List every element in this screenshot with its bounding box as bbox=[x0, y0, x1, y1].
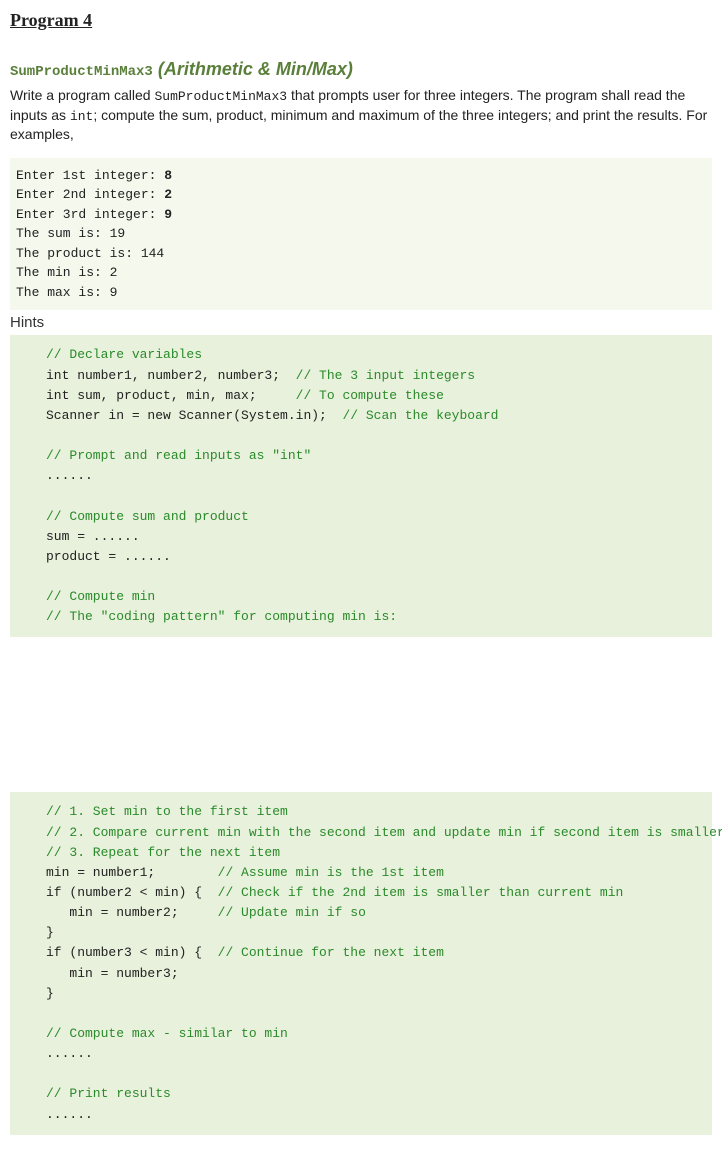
code-line: int sum, product, min, max; bbox=[46, 388, 296, 403]
heading-code: SumProductMinMax3 bbox=[10, 64, 153, 80]
code-comment: // Check if the 2nd item is smaller than… bbox=[218, 885, 624, 900]
code-line: product = ...... bbox=[46, 549, 171, 564]
hints-label: Hints bbox=[10, 314, 712, 331]
code-comment: // Update min if so bbox=[218, 905, 366, 920]
out-line: The max is: 9 bbox=[16, 285, 117, 300]
code-line: sum = ...... bbox=[46, 529, 140, 544]
code-comment: // 2. Compare current min with the secon… bbox=[46, 825, 722, 840]
out-input: 8 bbox=[164, 168, 172, 183]
intro-paragraph: Write a program called SumProductMinMax3… bbox=[10, 86, 712, 144]
intro-text: ; compute the sum, product, minimum and … bbox=[10, 107, 707, 143]
code-comment: // 3. Repeat for the next item bbox=[46, 845, 280, 860]
code-comment: // To compute these bbox=[296, 388, 444, 403]
code-comment: // Prompt and read inputs as "int" bbox=[46, 448, 311, 463]
code-line: } bbox=[46, 925, 54, 940]
section-heading: SumProductMinMax3 (Arithmetic & Min/Max) bbox=[10, 59, 712, 80]
out-input: 9 bbox=[164, 207, 172, 222]
heading-rest: (Arithmetic & Min/Max) bbox=[153, 59, 353, 79]
code-block-1: // Declare variables int number1, number… bbox=[10, 335, 712, 637]
out-input: 2 bbox=[164, 187, 172, 202]
code-comment: // Print results bbox=[46, 1086, 171, 1101]
code-line: min = number2; bbox=[46, 905, 218, 920]
code-line: } bbox=[46, 986, 54, 1001]
out-line: Enter 3rd integer: bbox=[16, 207, 164, 222]
code-comment: // 1. Set min to the first item bbox=[46, 804, 288, 819]
code-comment: // Assume min is the 1st item bbox=[218, 865, 444, 880]
out-line: The min is: 2 bbox=[16, 265, 117, 280]
code-comment: // Compute sum and product bbox=[46, 509, 249, 524]
code-comment: // Continue for the next item bbox=[218, 945, 444, 960]
code-line: if (number3 < min) { bbox=[46, 945, 218, 960]
code-line: int number1, number2, number3; bbox=[46, 368, 296, 383]
intro-text: Write a program called bbox=[10, 87, 154, 103]
out-line: Enter 1st integer: bbox=[16, 168, 164, 183]
code-block-2: // 1. Set min to the first item // 2. Co… bbox=[10, 792, 712, 1134]
out-line: Enter 2nd integer: bbox=[16, 187, 164, 202]
page-title: Program 4 bbox=[10, 10, 712, 31]
code-line: ...... bbox=[46, 1107, 93, 1122]
out-line: The sum is: 19 bbox=[16, 226, 125, 241]
code-comment: // Compute min bbox=[46, 589, 155, 604]
page-gap bbox=[10, 637, 712, 792]
code-line: ...... bbox=[46, 1046, 93, 1061]
code-line: min = number3; bbox=[46, 966, 179, 981]
code-line: if (number2 < min) { bbox=[46, 885, 218, 900]
intro-code1: SumProductMinMax3 bbox=[154, 89, 287, 104]
out-line: The product is: 144 bbox=[16, 246, 164, 261]
code-comment: // Scan the keyboard bbox=[342, 408, 498, 423]
code-comment: // Declare variables bbox=[46, 347, 202, 362]
intro-code2: int bbox=[70, 109, 93, 124]
code-line: min = number1; bbox=[46, 865, 218, 880]
code-line: Scanner in = new Scanner(System.in); bbox=[46, 408, 342, 423]
code-comment: // The "coding pattern" for computing mi… bbox=[46, 609, 397, 624]
sample-output: Enter 1st integer: 8 Enter 2nd integer: … bbox=[10, 158, 712, 311]
code-line: ...... bbox=[46, 468, 93, 483]
code-comment: // Compute max - similar to min bbox=[46, 1026, 288, 1041]
code-comment: // The 3 input integers bbox=[296, 368, 475, 383]
